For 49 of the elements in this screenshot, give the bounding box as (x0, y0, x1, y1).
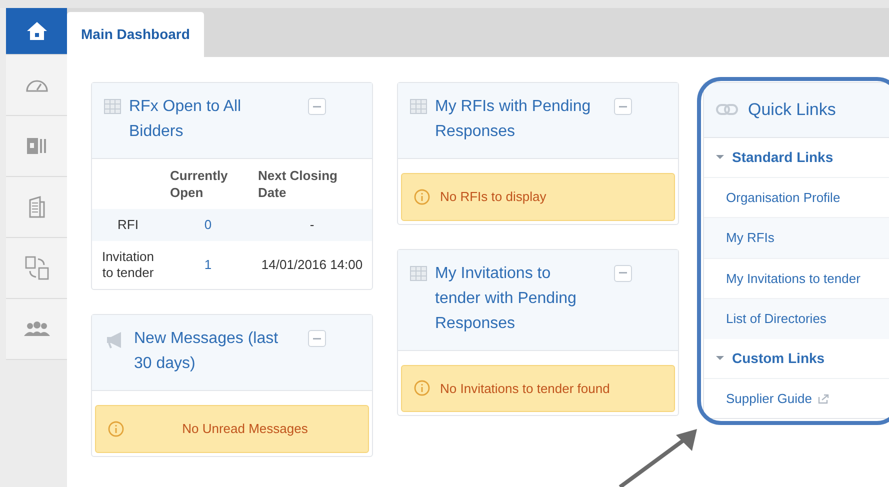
people-icon (22, 321, 50, 337)
caret-icon (716, 153, 724, 161)
alert-message: No RFIs to display (401, 173, 675, 220)
table-cell: 1 (164, 241, 252, 289)
sidebar-item[interactable] (6, 299, 67, 360)
home-icon (26, 21, 48, 41)
minus-icon (313, 338, 321, 340)
info-icon (108, 420, 124, 437)
collapse-button[interactable] (614, 98, 632, 115)
table-icon (410, 99, 427, 114)
column-header: Currently Open (164, 159, 252, 209)
table-cell: Invitation to tender (92, 241, 164, 289)
sidebar-item[interactable] (6, 116, 67, 177)
link-icon (716, 104, 738, 116)
minus-icon (619, 272, 627, 274)
link[interactable]: My RFIs (704, 217, 889, 258)
link[interactable]: List of Directories (704, 298, 889, 338)
sidebar-item[interactable] (6, 8, 67, 55)
table-cell: - (252, 209, 372, 241)
panel-title: New Messages (last 30 days) (134, 329, 280, 374)
table-cell: RFI (92, 209, 164, 241)
building-icon (28, 196, 46, 218)
documents-exchange-icon (24, 256, 48, 280)
minus-icon (619, 106, 627, 108)
info-icon (414, 380, 430, 396)
collapse-button[interactable] (308, 98, 326, 115)
column-header: Next Closing Date (252, 159, 372, 209)
collapse-button[interactable] (614, 264, 632, 282)
panel-title: RFx Open to All Bidders (129, 97, 242, 142)
minus-icon (313, 106, 321, 108)
external-link-icon (818, 394, 829, 404)
caret-icon (716, 354, 724, 362)
table-cell: 0 (164, 209, 252, 241)
sidebar-item[interactable] (6, 177, 67, 238)
sidebar-item[interactable] (6, 238, 67, 299)
table-icon (104, 99, 121, 114)
info-icon (414, 188, 430, 205)
document-icon (26, 136, 48, 156)
gauge-icon (24, 77, 48, 93)
panel-title: My RFIs with Pending Responses (435, 97, 592, 142)
alert-message: No Unread Messages (95, 405, 369, 452)
table-cell: 14/01/2016 14:00 (252, 241, 372, 289)
alert-message: No Invitations to tender found (401, 364, 675, 412)
panel-title: My Invitations to tender with Pending Responses (435, 264, 578, 334)
link[interactable]: Supplier Guide (704, 378, 889, 418)
tab[interactable]: Main Dashboard (67, 12, 204, 57)
collapse-button[interactable] (308, 330, 326, 347)
panel-title: Quick Links (748, 99, 836, 121)
table-icon (410, 266, 427, 280)
